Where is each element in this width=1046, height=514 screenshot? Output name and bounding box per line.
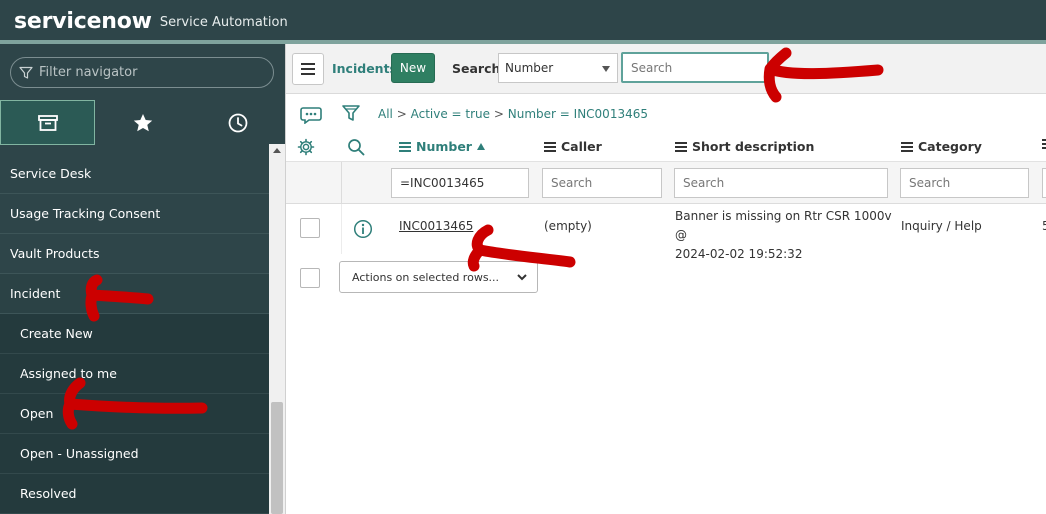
incident-list-view: Incidents New Search Number All > Active…	[285, 44, 1046, 514]
number-column-filter[interactable]	[391, 168, 529, 198]
nav-item-usage-tracking-consent[interactable]: Usage Tracking Consent	[0, 194, 269, 234]
search-field-value: Number	[505, 61, 554, 75]
nav-module-open[interactable]: Open	[0, 394, 269, 434]
scroll-thumb[interactable]	[271, 402, 283, 514]
divider	[341, 162, 342, 204]
filter-navigator-box[interactable]	[10, 57, 274, 88]
tab-favorites[interactable]	[95, 100, 190, 145]
list-header: Incidents New Search Number	[286, 44, 1046, 94]
logo-text: servicenow	[14, 8, 152, 34]
caller-column-filter[interactable]	[542, 168, 662, 198]
top-banner: servicenow Service Automation	[0, 0, 1046, 42]
filter-funnel-icon[interactable]	[341, 104, 361, 124]
star-icon	[133, 113, 152, 131]
column-menu-icon[interactable]	[675, 141, 687, 152]
row-select-checkbox[interactable]	[300, 218, 320, 238]
gear-icon[interactable]	[297, 138, 315, 156]
column-header-short-description[interactable]: Short description	[675, 139, 814, 154]
search-field-select[interactable]: Number	[498, 53, 618, 83]
tab-all-applications[interactable]	[0, 100, 95, 145]
navigator-menu: Service Desk Usage Tracking Consent Vaul…	[0, 154, 269, 514]
app-title: Service Automation	[159, 15, 288, 30]
overflow-column-filter[interactable]	[1042, 168, 1046, 198]
caller-cell: (empty)	[544, 219, 592, 233]
short-description-column-filter[interactable]	[674, 168, 888, 198]
search-icon[interactable]	[347, 138, 365, 156]
list-actions-row: Actions on selected rows...	[286, 256, 1046, 296]
column-header-row: Number Caller Short description Category	[286, 131, 1046, 162]
column-menu-icon[interactable]	[399, 141, 411, 152]
sort-ascending-icon	[476, 143, 485, 150]
breadcrumb: All > Active = true > Number = INC001346…	[378, 107, 648, 121]
nav-module-assigned-to-me[interactable]: Assigned to me	[0, 354, 269, 394]
column-menu-icon[interactable]	[1042, 139, 1046, 149]
breadcrumb-row: All > Active = true > Number = INC001346…	[286, 102, 1046, 128]
archive-box-icon	[37, 114, 58, 131]
column-header-caller-label: Caller	[561, 139, 602, 154]
nav-module-open-unassigned[interactable]: Open - Unassigned	[0, 434, 269, 474]
navigator-scrollbar[interactable]	[269, 144, 285, 514]
search-label: Search	[452, 61, 501, 76]
column-search-row	[286, 162, 1046, 204]
nav-item-incident[interactable]: Incident	[0, 274, 269, 314]
short-description-line: Banner is missing on Rtr CSR 1000v @	[675, 209, 892, 242]
list-search-input[interactable]	[621, 52, 769, 83]
application-navigator: Service Desk Usage Tracking Consent Vaul…	[0, 44, 285, 514]
nav-item-service-desk[interactable]: Service Desk	[0, 154, 269, 194]
list-context-menu-button[interactable]	[292, 53, 324, 85]
nav-module-resolved[interactable]: Resolved	[0, 474, 269, 514]
list-title[interactable]: Incidents	[332, 61, 397, 76]
category-column-filter[interactable]	[900, 168, 1029, 198]
chevron-down-icon	[602, 66, 610, 72]
breadcrumb-active-true[interactable]: Active = true	[411, 107, 490, 121]
tab-history[interactable]	[190, 100, 285, 145]
scroll-up-arrow-icon[interactable]	[273, 148, 281, 153]
column-header-overflow[interactable]	[1042, 139, 1046, 149]
servicenow-logo[interactable]: servicenow	[14, 9, 152, 34]
clock-icon	[228, 113, 247, 132]
column-header-number[interactable]: Number	[399, 139, 485, 154]
breadcrumb-all[interactable]: All	[378, 107, 393, 121]
actions-select-label: Actions on selected rows...	[352, 270, 500, 284]
nav-item-vault-products[interactable]: Vault Products	[0, 234, 269, 274]
breadcrumb-number[interactable]: Number = INC0013465	[508, 107, 648, 121]
column-header-caller[interactable]: Caller	[544, 139, 602, 154]
column-menu-icon[interactable]	[901, 141, 913, 152]
filter-navigator-input[interactable]	[39, 65, 259, 80]
navigator-tabs	[0, 100, 285, 145]
overflow-cell: 5	[1042, 219, 1046, 233]
column-header-short-description-label: Short description	[692, 139, 815, 154]
filter-funnel-icon	[19, 66, 33, 79]
activity-stream-icon[interactable]	[300, 106, 322, 124]
breadcrumb-separator: >	[396, 107, 407, 121]
select-all-checkbox[interactable]	[300, 268, 320, 288]
nav-module-create-new[interactable]: Create New	[0, 314, 269, 354]
column-header-category[interactable]: Category	[901, 139, 982, 154]
breadcrumb-separator: >	[493, 107, 504, 121]
new-button[interactable]: New	[391, 53, 435, 83]
column-header-number-label: Number	[416, 139, 472, 154]
chevron-down-icon	[517, 274, 527, 281]
table-row: INC0013465 (empty) Banner is missing on …	[286, 204, 1046, 261]
column-header-category-label: Category	[918, 139, 982, 154]
incident-number-link[interactable]: INC0013465	[399, 217, 473, 236]
actions-on-selected-rows-select[interactable]: Actions on selected rows...	[339, 261, 538, 293]
divider	[341, 204, 342, 254]
hamburger-menu-icon	[301, 63, 315, 75]
category-cell: Inquiry / Help	[901, 219, 982, 233]
info-circle-icon[interactable]	[353, 219, 373, 239]
column-menu-icon[interactable]	[544, 141, 556, 152]
